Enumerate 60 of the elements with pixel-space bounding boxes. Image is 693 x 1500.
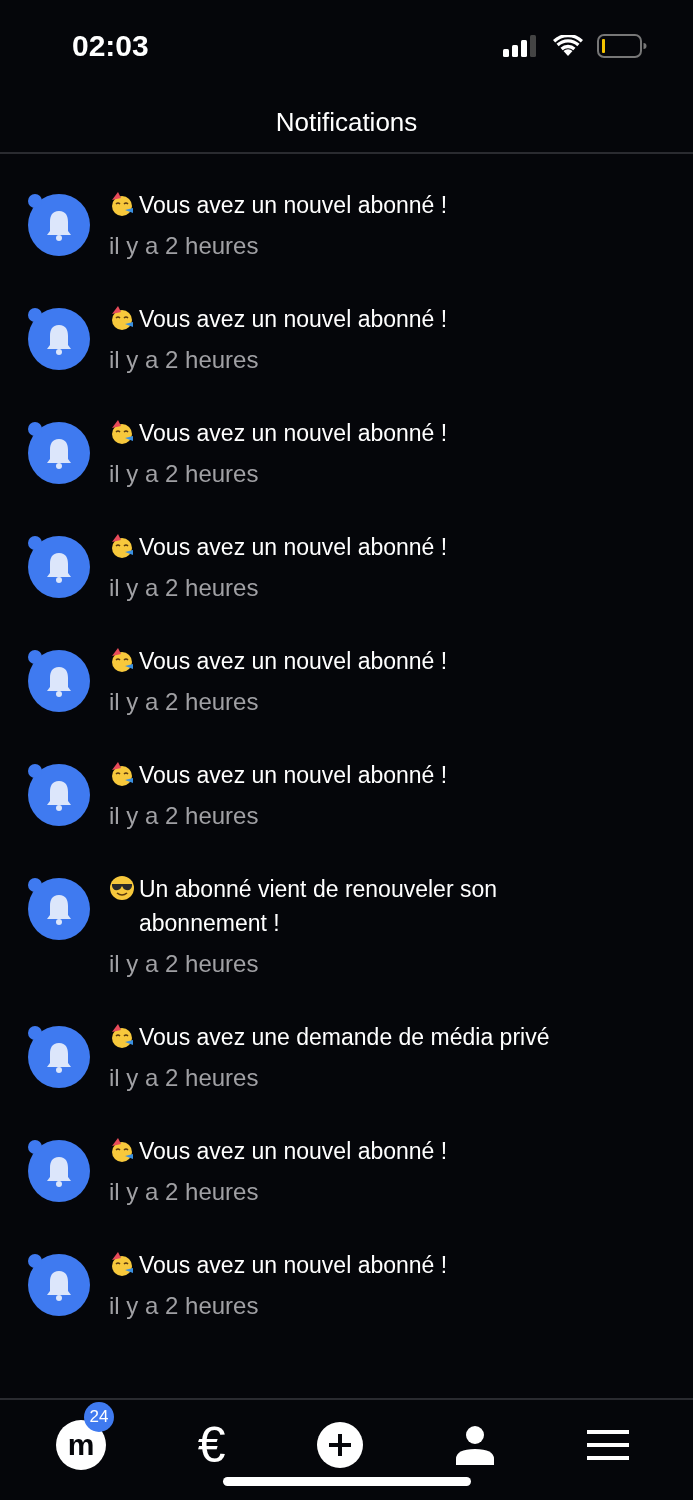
party-face-icon bbox=[109, 305, 135, 331]
notification-time: il y a 2 heures bbox=[109, 1292, 260, 1320]
notification-title: Vous avez un nouvel abonné ! bbox=[139, 1251, 448, 1280]
notification-time: il y a 2 heures bbox=[109, 346, 260, 374]
bell-avatar-icon bbox=[28, 878, 90, 940]
notification-item[interactable]: Vous avez un nouvel abonné ! il y a 2 heures bbox=[0, 168, 693, 282]
party-face-icon bbox=[109, 419, 135, 445]
notification-item[interactable]: Vous avez un nouvel abonné ! il y a 2 heures bbox=[0, 738, 693, 852]
notification-item[interactable]: Vous avez un nouvel abonné ! il y a 2 heures bbox=[0, 510, 693, 624]
signal-icon bbox=[503, 34, 539, 58]
bell-avatar-icon bbox=[28, 194, 90, 256]
notification-title: Vous avez un nouvel abonné ! bbox=[139, 1137, 448, 1166]
party-face-icon bbox=[109, 647, 135, 673]
notification-item[interactable]: Vous avez un nouvel abonné ! il y a 2 heures bbox=[0, 282, 693, 396]
person-icon[interactable] bbox=[455, 1425, 496, 1465]
earnings-tab[interactable]: € bbox=[197, 1420, 226, 1470]
notification-title: Vous avez un nouvel abonné ! bbox=[139, 419, 448, 448]
wifi-icon bbox=[553, 35, 583, 57]
notification-title: Vous avez un nouvel abonné ! bbox=[139, 533, 448, 562]
bell-avatar-icon bbox=[28, 1140, 90, 1202]
party-face-icon bbox=[109, 1023, 135, 1049]
notification-item[interactable]: Vous avez un nouvel abonné ! il y a 2 heures bbox=[0, 1114, 693, 1228]
notification-badge: 24 bbox=[84, 1402, 114, 1432]
add-icon[interactable] bbox=[317, 1422, 364, 1468]
battery-icon bbox=[597, 34, 647, 58]
party-face-icon bbox=[109, 191, 135, 217]
party-face-icon bbox=[109, 533, 135, 559]
notification-item[interactable]: Vous avez un nouvel abonné ! il y a 2 heures bbox=[0, 396, 693, 510]
party-face-icon bbox=[109, 761, 135, 787]
notification-item[interactable]: Vous avez une demande de média privé il y a 2 heures bbox=[0, 1000, 693, 1114]
notification-item[interactable]: Un abonné vient de renouveler son abonnement ! il y a 2 heures bbox=[0, 852, 693, 1000]
notification-time: il y a 2 heures bbox=[109, 1178, 260, 1206]
notification-time: il y a 2 heures bbox=[109, 802, 260, 830]
notification-time: il y a 2 heures bbox=[109, 688, 260, 716]
notification-time: il y a 2 heures bbox=[109, 460, 260, 488]
notification-item[interactable]: Vous avez un nouvel abonné ! il y a 2 heures bbox=[0, 624, 693, 738]
page-title: Notifications bbox=[275, 106, 418, 138]
bell-avatar-icon bbox=[28, 650, 90, 712]
notification-time: il y a 2 heures bbox=[109, 232, 260, 260]
notification-title: Un abonné vient de renouveler son abonnement ! bbox=[139, 875, 499, 938]
bell-avatar-icon bbox=[28, 764, 90, 826]
sunglasses-face-icon bbox=[109, 875, 135, 901]
bell-avatar-icon bbox=[28, 308, 90, 370]
notification-item[interactable]: Vous avez un nouvel abonné ! il y a 2 heures bbox=[0, 1228, 693, 1342]
bell-avatar-icon bbox=[28, 1026, 90, 1088]
notification-time: il y a 2 heures bbox=[109, 574, 260, 602]
notification-title: Vous avez un nouvel abonné ! bbox=[139, 305, 448, 334]
bell-avatar-icon bbox=[28, 422, 90, 484]
bell-avatar-icon bbox=[28, 1254, 90, 1316]
bell-avatar-icon bbox=[28, 536, 90, 598]
notification-title: Vous avez un nouvel abonné ! bbox=[139, 761, 448, 790]
notification-time: il y a 2 heures bbox=[109, 1064, 260, 1092]
menu-icon[interactable] bbox=[587, 1430, 629, 1460]
party-face-icon bbox=[109, 1251, 135, 1277]
notification-title: Vous avez un nouvel abonné ! bbox=[139, 191, 448, 220]
status-time: 02:03 bbox=[72, 29, 149, 63]
notification-title: Vous avez un nouvel abonné ! bbox=[139, 647, 448, 676]
party-face-icon bbox=[109, 1137, 135, 1163]
notification-title: Vous avez une demande de média privé bbox=[139, 1023, 550, 1052]
notification-time: il y a 2 heures bbox=[109, 950, 260, 978]
